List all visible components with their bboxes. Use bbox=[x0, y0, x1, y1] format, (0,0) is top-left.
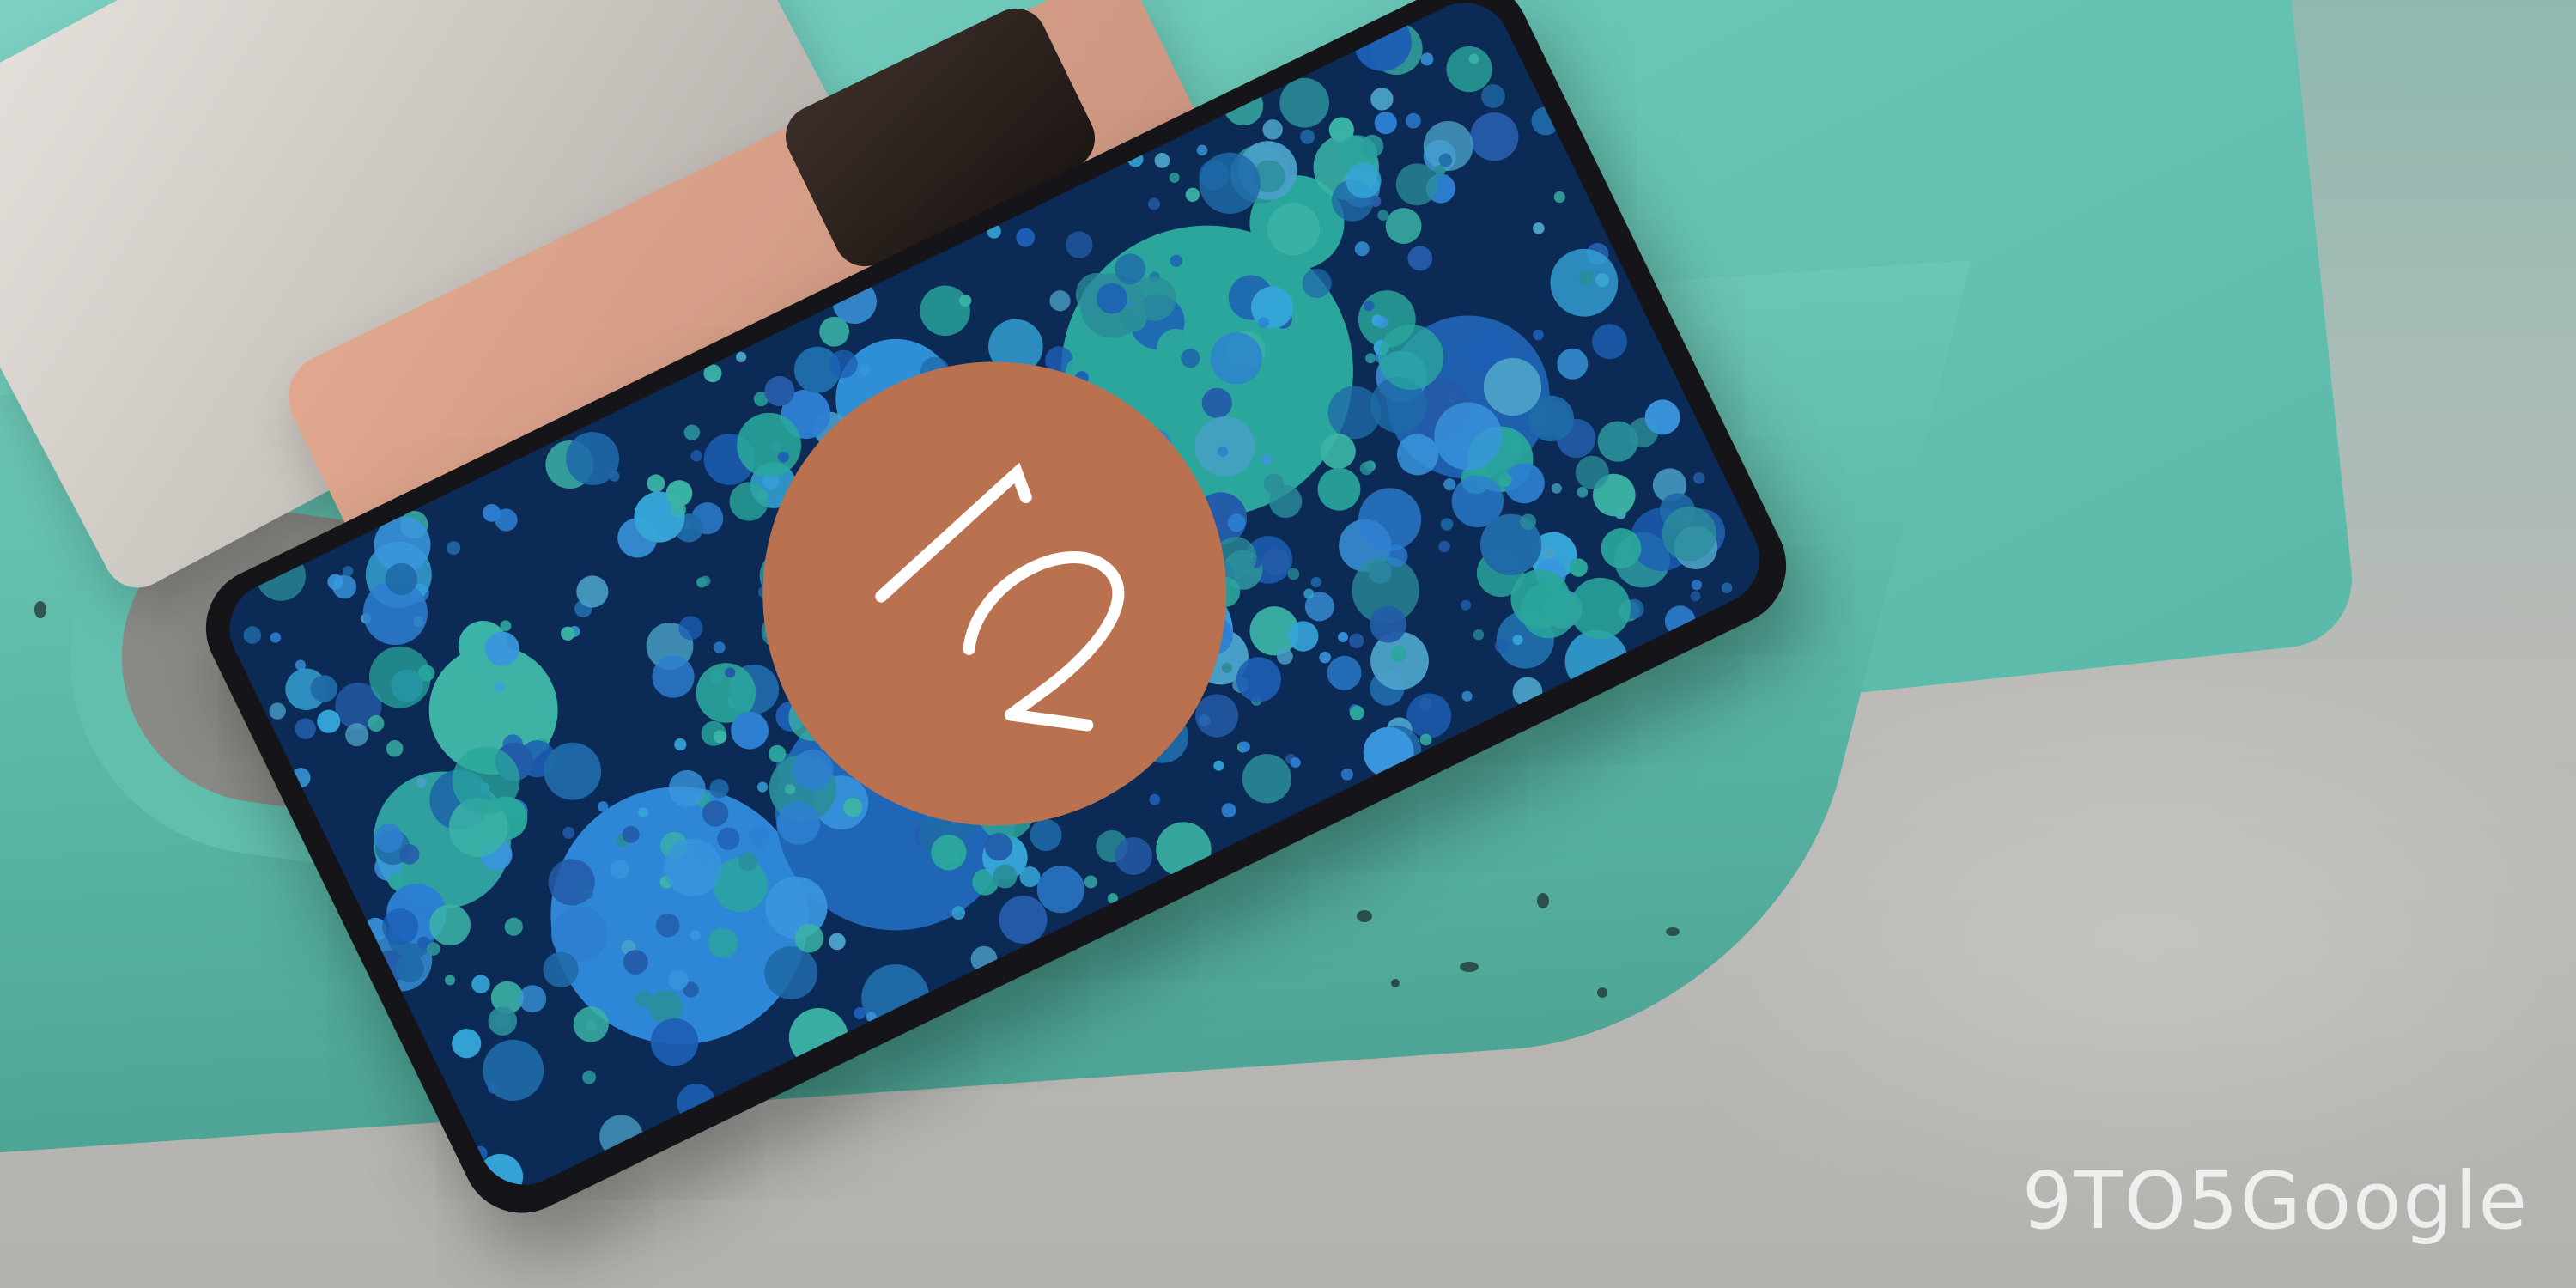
wallpaper-circle bbox=[713, 641, 726, 653]
wallpaper-circle bbox=[1385, 208, 1422, 244]
wallpaper-circle bbox=[504, 917, 523, 936]
wallpaper-circle bbox=[1310, 576, 1321, 588]
wallpaper-circle bbox=[1196, 144, 1208, 156]
paint-speck bbox=[1460, 962, 1479, 972]
wallpaper-circle bbox=[1407, 246, 1433, 271]
wallpaper-circle bbox=[829, 933, 846, 951]
paint-speck bbox=[1537, 893, 1549, 908]
wallpaper-circle bbox=[1169, 172, 1180, 183]
wallpaper-circle bbox=[674, 738, 687, 751]
wallpaper-circle bbox=[1317, 467, 1361, 511]
wallpaper-circle bbox=[1213, 760, 1224, 771]
wallpaper-circle bbox=[1406, 112, 1421, 129]
wallpaper-circle bbox=[1690, 591, 1701, 602]
paint-speck bbox=[34, 601, 46, 618]
wallpaper-circle bbox=[1370, 88, 1394, 111]
wallpaper-circle bbox=[483, 1039, 544, 1101]
paint-speck bbox=[1357, 910, 1372, 922]
wallpaper-circle bbox=[386, 740, 404, 757]
wallpaper-circle bbox=[562, 826, 575, 839]
wallpaper-circle bbox=[1440, 518, 1454, 531]
wallpaper-circle bbox=[683, 424, 701, 440]
wallpaper-circle bbox=[1533, 222, 1545, 234]
wallpaper-circle bbox=[1692, 471, 1705, 484]
wallpaper-circle bbox=[1691, 580, 1703, 591]
wallpaper-circle bbox=[1337, 631, 1348, 642]
wallpaper-circle bbox=[1533, 329, 1544, 341]
wallpaper-circle bbox=[1147, 197, 1161, 210]
wallpaper-circle bbox=[1016, 228, 1036, 247]
badge-numeral-text: 12 bbox=[998, 608, 1012, 621]
wallpaper-circle bbox=[1557, 348, 1589, 380]
wallpaper-circle bbox=[243, 626, 262, 644]
wallpaper-circle bbox=[1461, 599, 1472, 611]
wallpaper-circle bbox=[1348, 633, 1364, 649]
wallpaper-circle bbox=[1470, 112, 1519, 161]
wallpaper-circle bbox=[920, 285, 970, 337]
wallpaper-circle bbox=[1340, 768, 1353, 781]
wallpaper-circle bbox=[1473, 629, 1485, 641]
wallpaper-circle bbox=[1592, 324, 1628, 360]
wallpaper-circle bbox=[1185, 187, 1200, 203]
wallpaper-circle bbox=[269, 702, 286, 720]
wallpaper-circle bbox=[452, 1029, 482, 1059]
wallpaper-circle bbox=[1066, 231, 1093, 258]
wallpaper-circle bbox=[1551, 483, 1562, 494]
wallpaper-circle bbox=[1354, 241, 1370, 257]
wallpaper-circle bbox=[1300, 129, 1315, 144]
wallpaper-circle bbox=[1553, 191, 1565, 204]
wallpaper-circle bbox=[519, 985, 547, 1013]
wallpaper-circle bbox=[1154, 152, 1170, 168]
wallpaper-circle bbox=[447, 541, 461, 556]
wallpaper-circle bbox=[1084, 875, 1097, 889]
photo-scene: 12 9TO5Google bbox=[0, 0, 2576, 1288]
wallpaper-circle bbox=[1721, 582, 1733, 594]
wallpaper-circle bbox=[690, 450, 702, 462]
wallpaper-circle bbox=[444, 975, 456, 986]
wallpaper-circle bbox=[1349, 705, 1364, 720]
paint-speck bbox=[1597, 987, 1607, 998]
wallpaper-circle bbox=[736, 351, 747, 363]
paint-speck bbox=[1391, 979, 1400, 987]
wallpaper-circle bbox=[1221, 803, 1236, 818]
wallpaper-circle bbox=[1262, 119, 1283, 140]
wallpaper-circle bbox=[1239, 741, 1250, 753]
wallpaper-circle bbox=[1365, 353, 1376, 364]
wallpaper-circle bbox=[471, 975, 490, 993]
wallpaper-circle bbox=[1461, 690, 1473, 702]
paint-speck bbox=[1666, 927, 1680, 936]
wallpaper-circle bbox=[270, 632, 282, 643]
wallpaper-circle bbox=[756, 781, 769, 793]
watermark: 9TO5Google bbox=[2021, 1155, 2529, 1247]
wallpaper-circle bbox=[1438, 540, 1450, 553]
wallpaper-circle bbox=[1374, 112, 1397, 135]
wallpaper-circle bbox=[1149, 793, 1161, 805]
wallpaper-circle bbox=[582, 1070, 597, 1084]
wallpaper-circle bbox=[295, 718, 316, 739]
